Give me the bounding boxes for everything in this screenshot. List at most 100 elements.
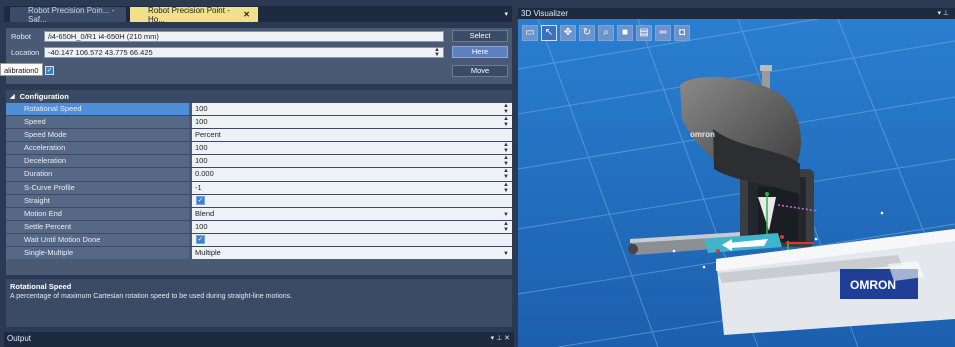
description-text: A percentage of maximum Cartesian rotati… [10,293,293,300]
properties-panel: Robot Precision Poin... - Saf... Robot P… [0,0,516,347]
calibration-label: alibration0 [0,63,43,76]
visualizer-title: 3D Visualizer [521,9,568,18]
chevron-down-icon[interactable]: ▾ [504,10,508,18]
property-row[interactable]: Duration 0.000 ▲ ▼ [6,167,512,181]
property-name[interactable]: Single-Multiple [6,247,189,260]
measure-icon[interactable]: ⌕ [598,25,614,41]
pointer-icon[interactable]: ↖ [541,25,557,41]
chevron-down-icon[interactable]: ▼ [503,248,509,260]
close-icon[interactable]: ✕ [243,10,250,19]
robot-field[interactable]: /i4-650H_0/R1 i4-650H (210 mm) [44,31,444,42]
property-name[interactable]: Motion End [6,207,189,220]
align-icon[interactable]: ═ [655,25,671,41]
robot-label: Robot [11,32,32,41]
property-row[interactable]: Speed Mode Percent [6,128,512,142]
property-row[interactable]: Speed 100 ▲ ▼ [6,115,512,129]
cube-icon[interactable]: ■ [617,25,633,41]
camera-icon[interactable]: ◘ [674,25,690,41]
configuration-header[interactable]: ◢ Configuration [6,90,512,102]
property-row[interactable]: Rotational Speed 100 ▲ ▼ [6,102,512,116]
configuration-grid: ◢ Configuration Rotational Speed 100 ▲ ▼ Spe… [6,90,512,275]
spin-icon[interactable]: ▲ ▼ [434,47,440,58]
property-value-text: 100 [195,221,208,231]
visualizer-toolbar: ▭ ↖ ✥ ↻ ⌕ ■ ▤ ═ ◘ [522,25,690,41]
output-panel-header[interactable]: Output ▾ ⊥ ✕ [4,332,514,347]
property-name[interactable]: Wait Until Motion Done [6,233,189,247]
property-value[interactable]: 100 ▲ ▼ [192,155,512,168]
rotate-icon[interactable]: ↻ [579,25,595,41]
select-button[interactable]: Select [452,30,508,42]
here-button[interactable]: Here [452,46,508,58]
property-value[interactable]: 0.000 ▲ ▼ [192,168,512,181]
property-row[interactable]: S-Curve Profile -1 ▲ ▼ [6,180,512,194]
property-value-text: -1 [195,182,202,192]
spin-icon[interactable]: ▲ ▼ [503,103,509,115]
property-checkbox[interactable]: ✓ [196,234,205,244]
spin-icon[interactable]: ▲ ▼ [503,221,509,233]
property-value-text: 100 [195,156,208,166]
scene-svg: omron OMRON [518,19,955,347]
property-row[interactable]: Deceleration 100 ▲ ▼ [6,154,512,168]
property-name[interactable]: Settle Percent [6,220,189,233]
property-row[interactable]: Wait Until Motion Done ✓ [6,232,512,247]
property-value-text: 100 [195,104,208,113]
property-value[interactable]: 100 ▲ ▼ [192,103,512,116]
property-row[interactable]: Motion End Blend ▼ [6,206,512,220]
property-name[interactable]: Rotational Speed [6,103,189,116]
property-name[interactable]: S-Curve Profile [6,181,189,194]
page-icon[interactable]: ▤ [636,25,652,41]
3d-scene[interactable]: omron OMRON ▭ ↖ ✥ ↻ ⌕ ■ ▤ ═ ◘ [518,19,955,347]
move-button[interactable]: Move [452,65,508,77]
description-title: Rotational Speed [10,282,72,291]
property-row[interactable]: Settle Percent 100 ▲ ▼ [6,219,512,233]
property-value[interactable]: 100 ▲ ▼ [192,220,512,233]
configuration-rows: Rotational Speed 100 ▲ ▼ Speed 100 ▲ ▼ Speed Mod… [6,102,512,260]
property-name[interactable]: Straight [6,194,189,207]
collapse-icon[interactable]: ◢ [10,93,15,100]
calibration-checkbox[interactable]: ✓ [45,66,54,75]
property-name[interactable]: Duration [6,168,189,181]
property-value[interactable]: 100 ▲ ▼ [192,142,512,155]
tab-safe-point[interactable]: Robot Precision Poin... - Saf... [10,6,126,24]
spin-icon[interactable]: ▲ ▼ [503,155,509,167]
editor-tab-bar: Robot Precision Poin... - Saf... Robot P… [4,5,512,24]
move-icon[interactable]: ✥ [560,25,576,41]
property-name[interactable]: Speed [6,116,189,129]
property-value[interactable]: Multiple ▼ [192,247,512,260]
robot-location-form: Robot /i4-650H_0/R1 i4-650H (210 mm) Sel… [6,28,512,84]
property-value[interactable]: ✓ [192,194,512,207]
visualizer-panel: 3D Visualizer ▾ ⊥ omron OMRON ▭ ↖ ✥ ↻ ⌕ … [518,8,955,347]
property-value[interactable]: ✓ [192,233,512,247]
tab-label: Robot Precision Point - Ho... [148,5,230,24]
spin-icon[interactable]: ▲ ▼ [503,168,509,180]
property-value-text: Blend [195,208,215,218]
property-name[interactable]: Deceleration [6,155,189,168]
property-value[interactable]: -1 ▲ ▼ [192,181,512,194]
location-label: Location [11,48,40,57]
property-value[interactable]: Blend ▼ [192,207,512,220]
configuration-title: Configuration [19,91,69,101]
description-panel: Rotational Speed A percentage of maximum… [6,279,512,327]
tab-home-point[interactable]: Robot Precision Point - Ho... ✕ [130,5,258,24]
property-row[interactable]: Single-Multiple Multiple ▼ [6,246,512,260]
visualizer-header: 3D Visualizer ▾ ⊥ [518,8,955,19]
spin-icon[interactable]: ▲ ▼ [503,182,509,194]
spin-icon[interactable]: ▲ ▼ [503,142,509,154]
property-value-text: 100 [195,143,208,153]
property-row[interactable]: Acceleration 100 ▲ ▼ [6,141,512,155]
location-value: -40.147 106.572 43.775 66.425 [48,48,153,57]
property-row[interactable]: Straight ✓ [6,193,512,207]
panel-controls-icon[interactable]: ▾ ⊥ ✕ [491,332,510,346]
panel-controls-icon[interactable]: ▾ ⊥ [937,8,949,19]
property-checkbox[interactable]: ✓ [196,195,205,205]
property-name[interactable]: Speed Mode [6,129,189,142]
spin-icon[interactable]: ▲ ▼ [503,116,509,128]
property-value[interactable]: Percent [192,129,512,142]
location-field[interactable]: -40.147 106.572 43.775 66.425 ▲ ▼ [44,47,444,58]
property-value[interactable]: 100 ▲ ▼ [192,116,512,129]
property-value-text: 100 [195,117,208,127]
property-name[interactable]: Acceleration [6,142,189,155]
view-icon[interactable]: ▭ [522,25,538,41]
app-window: Robot Precision Poin... - Saf... Robot P… [0,0,955,347]
cabinet-brand-label: OMRON [850,278,896,292]
